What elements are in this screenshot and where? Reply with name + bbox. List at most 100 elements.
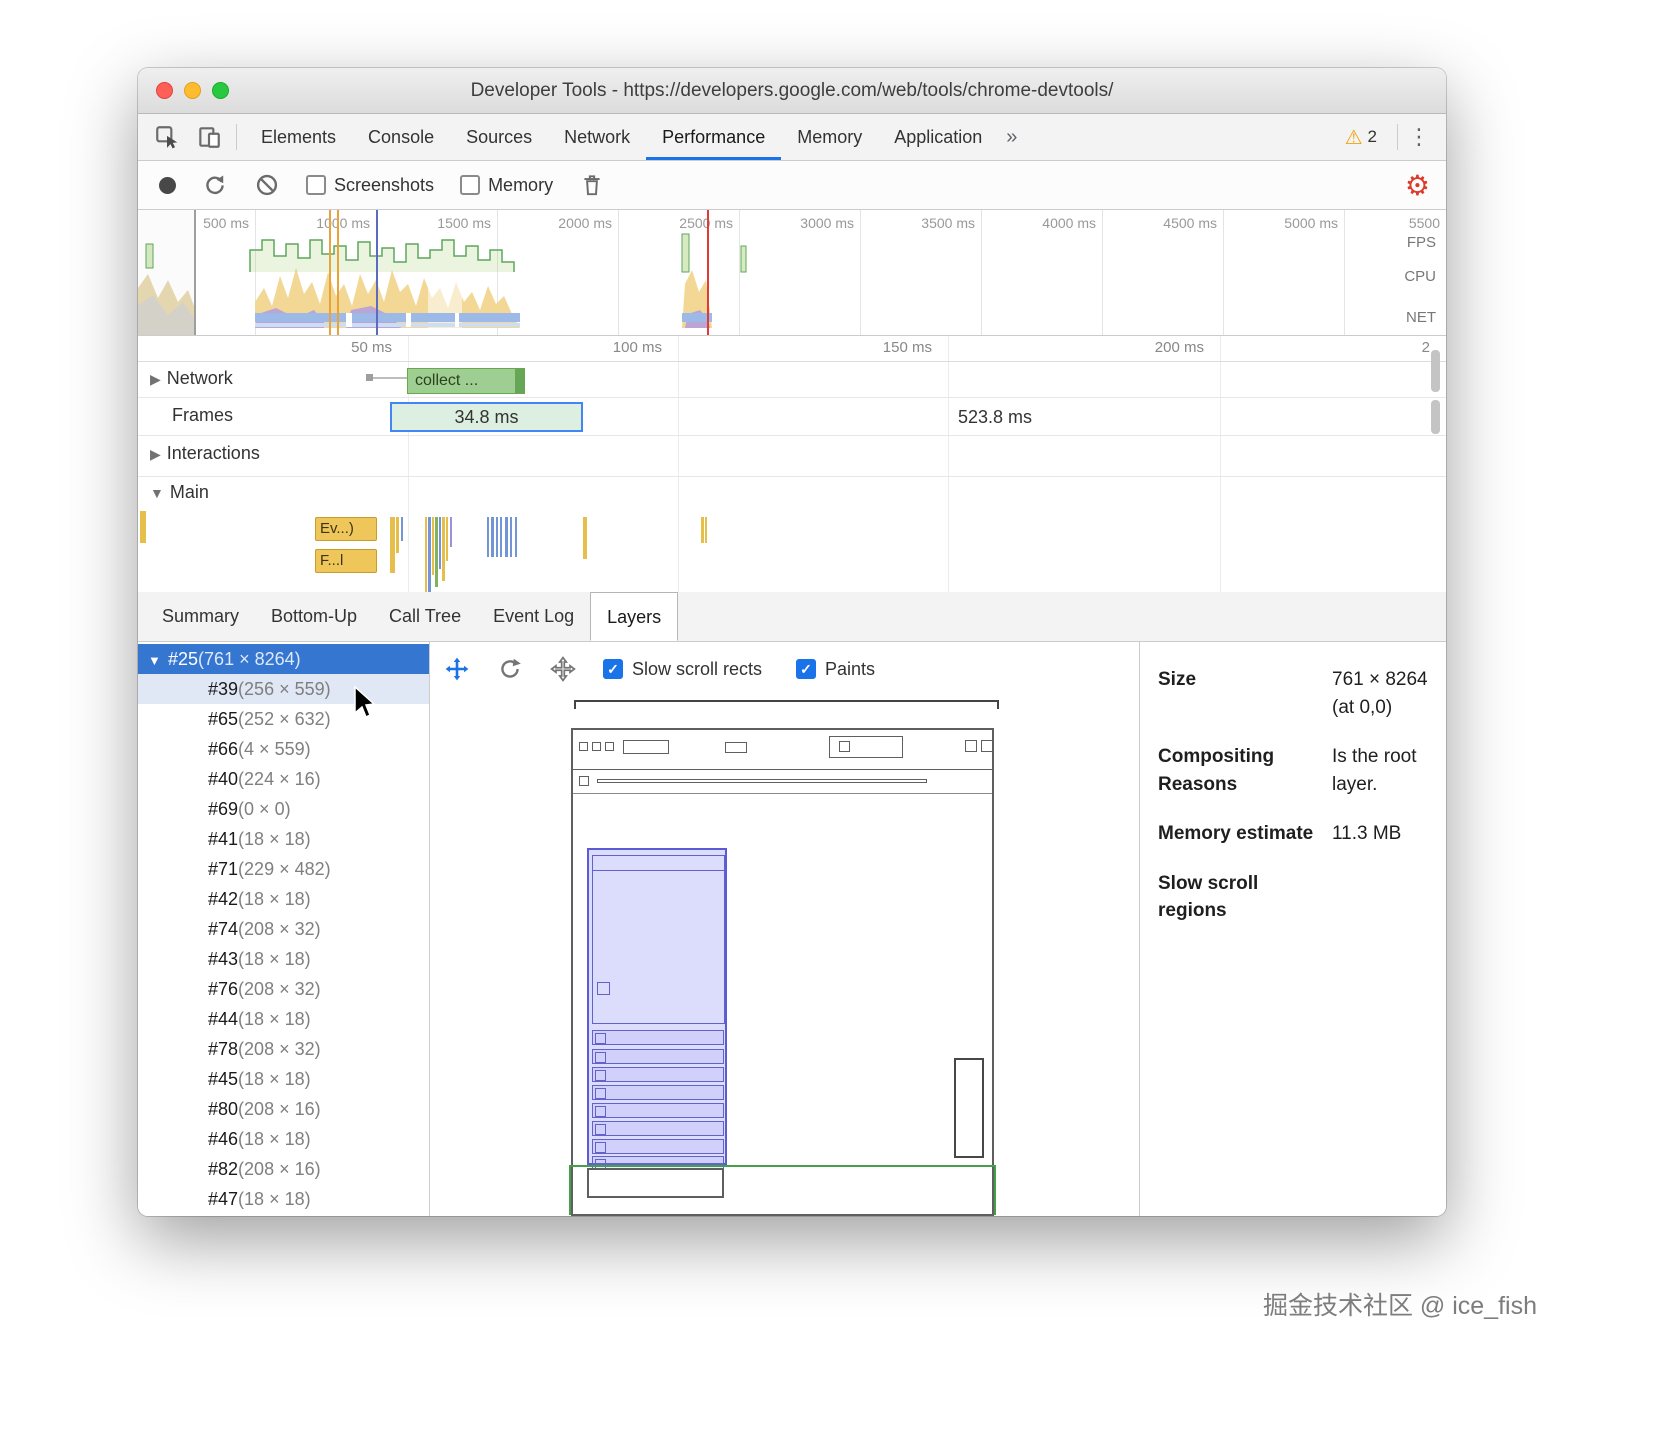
layer-size: (761 × 8264) [198, 649, 301, 669]
layer-size: (256 × 559) [238, 679, 331, 699]
flame-event[interactable]: Ev...) [315, 517, 377, 541]
reset-view-icon[interactable] [550, 656, 576, 682]
detail-panel-tab[interactable]: Summary [146, 592, 255, 641]
layer-id: #41 [208, 829, 238, 849]
layer-tree-item[interactable]: #74(208 × 32) [138, 914, 429, 944]
layer-id: #39 [208, 679, 238, 699]
kebab-menu-icon[interactable]: ⋮ [1408, 125, 1430, 150]
memory-label: Memory [488, 175, 553, 196]
network-request-chip[interactable]: collect ... [407, 368, 525, 394]
layer-tree-item[interactable]: #44(18 × 18) [138, 1004, 429, 1034]
layer-tree-item[interactable]: #41(18 × 18) [138, 824, 429, 854]
slow-scroll-rects-checkbox[interactable] [603, 659, 623, 679]
disclosure-collapsed-icon: ▶ [150, 446, 161, 462]
layer-tree-item[interactable]: #82(208 × 16) [138, 1154, 429, 1184]
trash-icon[interactable] [579, 172, 605, 198]
layer-tree-item[interactable]: #45(18 × 18) [138, 1064, 429, 1094]
overview-chart [196, 210, 1446, 336]
device-toolbar-icon[interactable] [196, 124, 222, 150]
layer-size: (18 × 18) [238, 889, 311, 909]
layer-tree-item[interactable]: #71(229 × 482) [138, 854, 429, 884]
memory-toggle[interactable]: Memory [460, 175, 553, 196]
layer-tree-item[interactable]: #66(4 × 559) [138, 734, 429, 764]
pan-mode-icon[interactable] [444, 656, 470, 682]
layer-tree-item[interactable]: #47(18 × 18) [138, 1184, 429, 1214]
layer-tree-item[interactable]: #39(256 × 559) [138, 674, 429, 704]
inspect-element-icon[interactable] [154, 124, 180, 150]
screenshots-checkbox[interactable] [306, 175, 326, 195]
frames-track-header[interactable]: Frames [172, 405, 233, 426]
layer-tree-item[interactable]: #40(224 × 16) [138, 764, 429, 794]
layer-tree-item[interactable]: #65(252 × 632) [138, 704, 429, 734]
layer-id: #65 [208, 709, 238, 729]
slow-scroll-rects-label: Slow scroll rects [632, 659, 762, 680]
viewport-bound-line [994, 1165, 996, 1215]
scrollbar-thumb[interactable] [1431, 400, 1440, 434]
timeline-overview[interactable]: 500 ms1000 ms1500 ms2000 ms2500 ms3000 m… [138, 210, 1446, 336]
detail-panel-tab[interactable]: Call Tree [373, 592, 477, 641]
layer-size: (18 × 18) [238, 949, 311, 969]
expander-icon: ▼ [148, 646, 168, 676]
record-button[interactable] [159, 177, 176, 194]
devtools-tab[interactable]: Performance [646, 114, 781, 160]
layer-id: #43 [208, 949, 238, 969]
wireframe-header [573, 730, 992, 770]
layer-id: #42 [208, 889, 238, 909]
network-request-line [373, 377, 407, 379]
devtools-tab[interactable]: Elements [245, 114, 352, 160]
detail-panel-tab[interactable]: Layers [590, 592, 678, 641]
detail-value: 11.3 MB [1332, 820, 1432, 848]
layer-id: #69 [208, 799, 238, 819]
layer-tree-item[interactable]: #46(18 × 18) [138, 1124, 429, 1154]
detail-panel-tab[interactable]: Event Log [477, 592, 590, 641]
layer-id: #78 [208, 1039, 238, 1059]
devtools-tab[interactable]: Console [352, 114, 450, 160]
selected-frame[interactable]: 34.8 ms [390, 402, 583, 432]
devtools-tab[interactable]: Application [878, 114, 998, 160]
devtools-tab[interactable]: Memory [781, 114, 878, 160]
layer-tree-item[interactable]: #69(0 × 0) [138, 794, 429, 824]
layer-tree-item[interactable]: #43(18 × 18) [138, 944, 429, 974]
devtools-tab[interactable]: Sources [450, 114, 548, 160]
reload-and-record-icon[interactable] [202, 172, 228, 198]
flame-event[interactable]: F...l [315, 549, 377, 573]
clear-recording-icon[interactable] [254, 172, 280, 198]
rotate-mode-icon[interactable] [497, 656, 523, 682]
detail-panel-tab[interactable]: Bottom-Up [255, 592, 373, 641]
layer-tree-item[interactable]: #78(208 × 32) [138, 1034, 429, 1064]
overview-left-handle[interactable] [138, 210, 196, 336]
layer-id: #47 [208, 1189, 238, 1209]
layer-tree-item[interactable]: #76(208 × 32) [138, 974, 429, 1004]
screenshots-label: Screenshots [334, 175, 434, 196]
detail-label: Slow scroll regions [1158, 870, 1326, 925]
devtools-tab[interactable]: Network [548, 114, 646, 160]
layer-id: #46 [208, 1129, 238, 1149]
layer-tree-item[interactable]: #80(208 × 16) [138, 1094, 429, 1124]
interactions-track-header[interactable]: ▶Interactions [150, 443, 260, 464]
network-track-header[interactable]: ▶Network [150, 368, 233, 389]
memory-checkbox[interactable] [460, 175, 480, 195]
layer-size: (224 × 16) [238, 769, 321, 789]
interactions-track [138, 436, 1446, 477]
flame-time-ruler: 50 ms100 ms150 ms200 ms2 [138, 336, 1446, 362]
settings-gear-icon[interactable]: ⚙ [1405, 169, 1430, 202]
detail-label: Compositing Reasons [1158, 743, 1326, 798]
layer-size: (18 × 18) [238, 1129, 311, 1149]
paints-toggle[interactable]: Paints [796, 659, 875, 680]
detail-panel-tabbar: SummaryBottom-UpCall TreeEvent LogLayers [138, 592, 1446, 642]
layers-viewport[interactable]: Slow scroll rects Paints [430, 642, 1140, 1216]
console-warnings-button[interactable]: ⚠ 2 [1345, 125, 1377, 149]
paints-checkbox[interactable] [796, 659, 816, 679]
scrollbar-thumb[interactable] [1431, 350, 1440, 392]
performance-toolbar: Screenshots Memory ⚙ [138, 161, 1446, 210]
layer-tree-item[interactable]: ▼#25(761 × 8264) [138, 644, 429, 674]
flame-chart[interactable]: 50 ms100 ms150 ms200 ms2 ▶Network Frames… [138, 336, 1446, 592]
screenshots-toggle[interactable]: Screenshots [306, 175, 434, 196]
layer-id: #66 [208, 739, 238, 759]
slow-scroll-rects-toggle[interactable]: Slow scroll rects [603, 659, 762, 680]
child-layer-wireframe[interactable] [587, 848, 727, 1165]
more-tabs-icon[interactable]: » [998, 126, 1025, 149]
layer-tree-item[interactable]: #42(18 × 18) [138, 884, 429, 914]
main-track-header[interactable]: ▼Main [150, 482, 209, 503]
layer-id: #40 [208, 769, 238, 789]
